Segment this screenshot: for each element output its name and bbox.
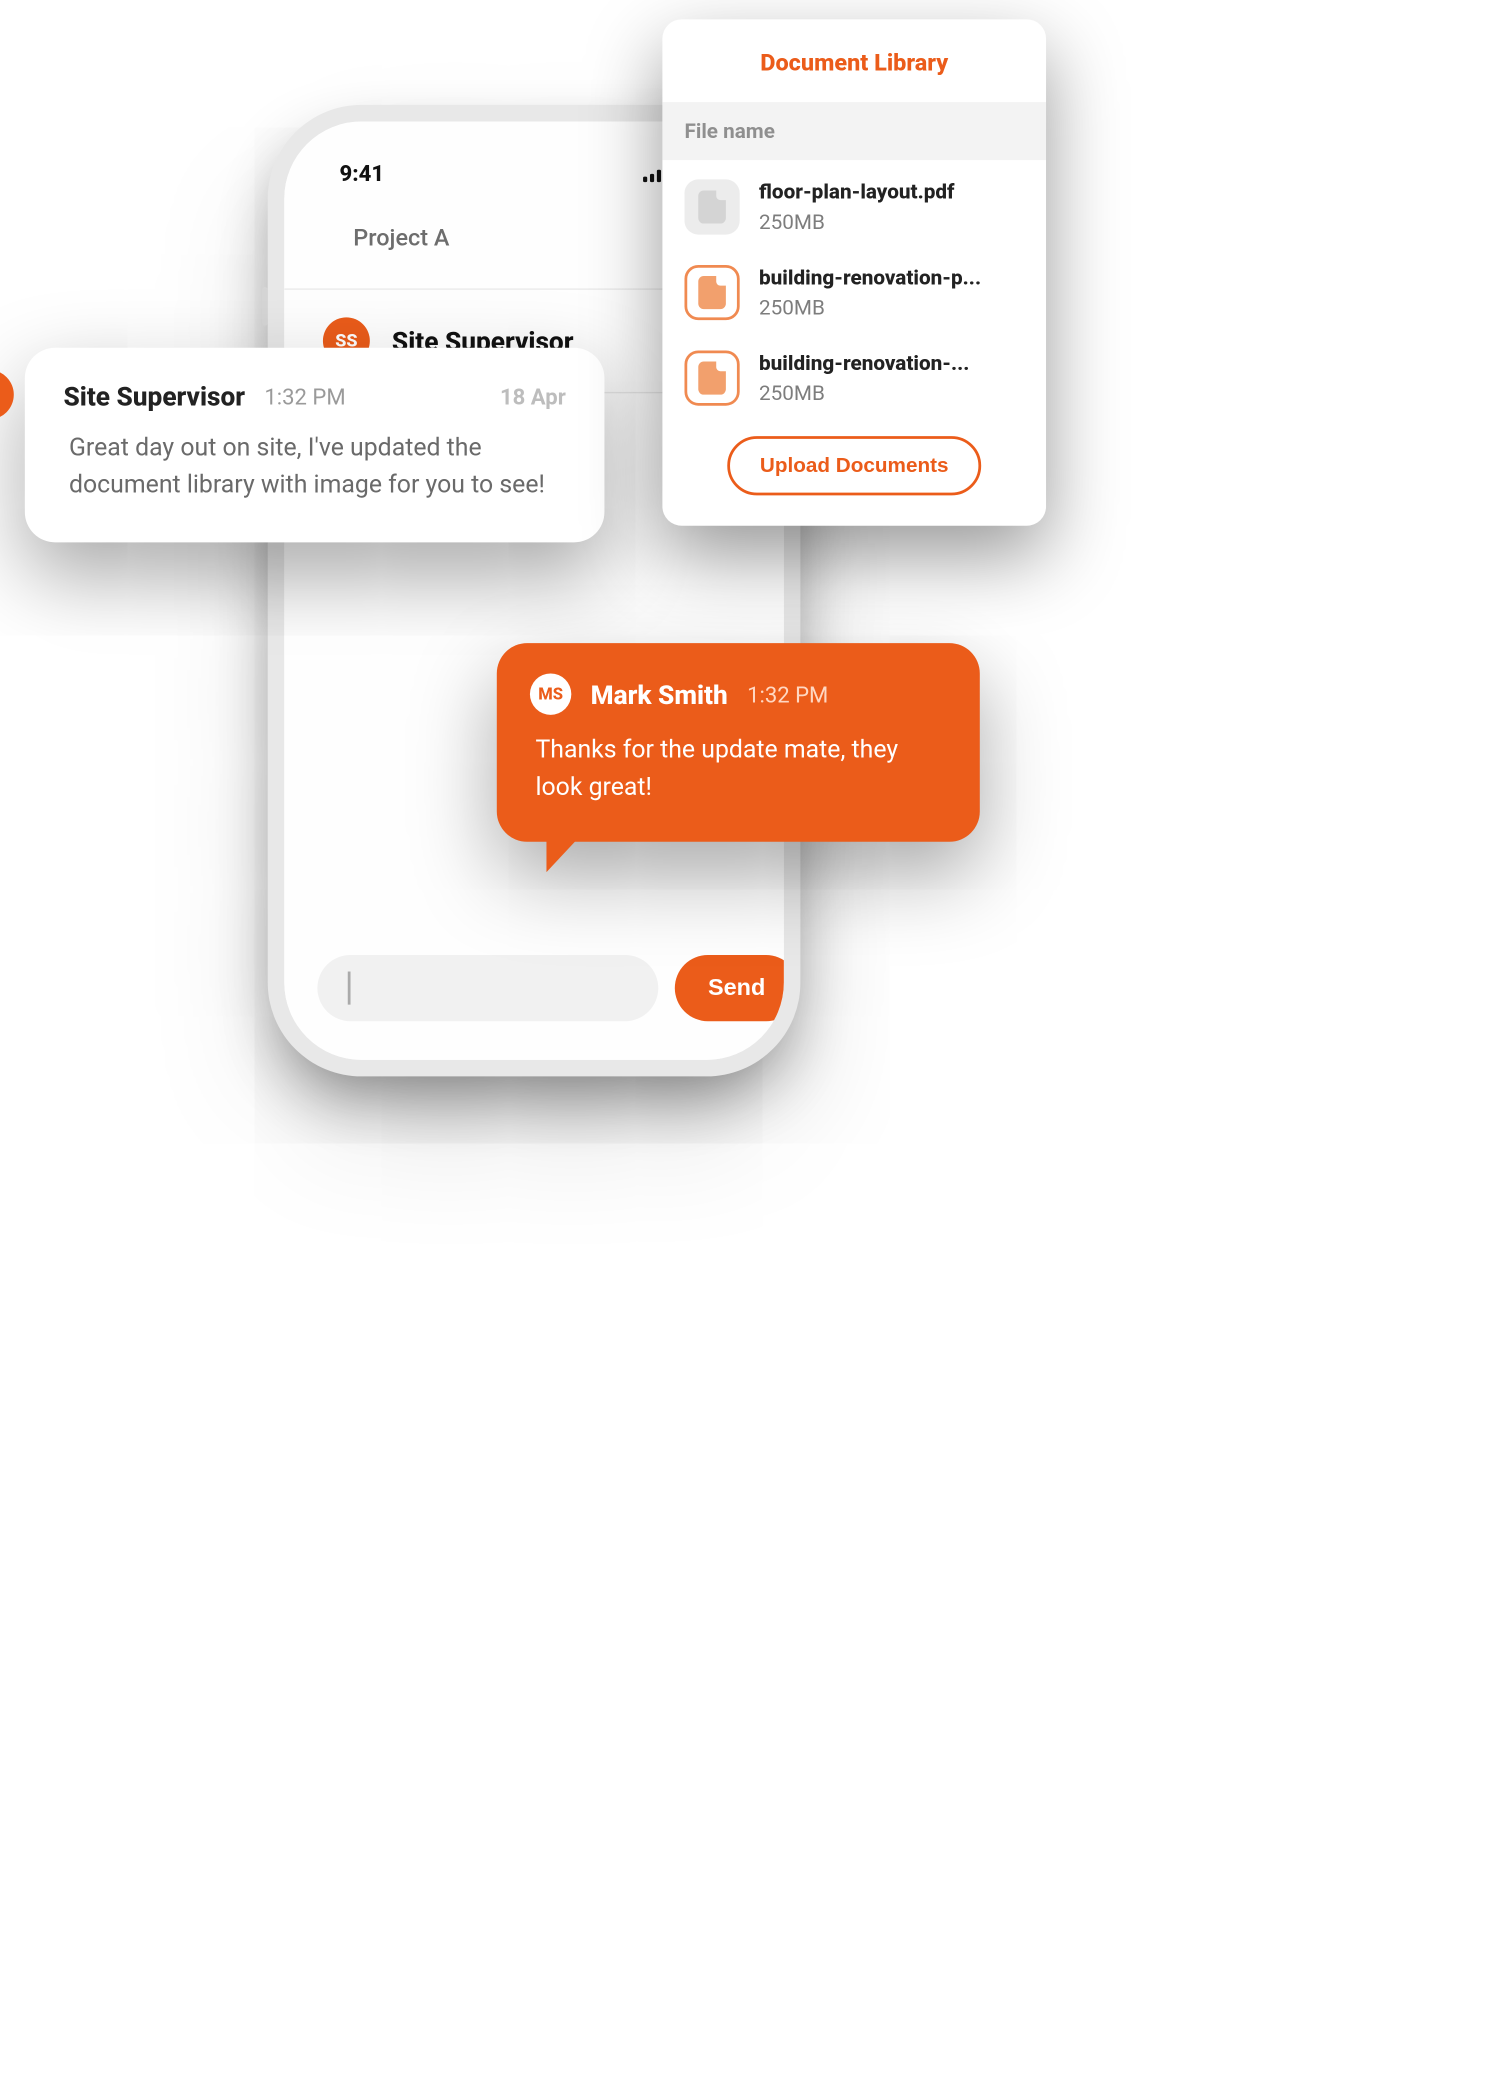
document-name: building-renovation-... — [759, 351, 969, 376]
document-library-panel: Document Library File name floor-plan-la… — [662, 19, 1046, 525]
message-sender: Site Supervisor — [63, 381, 245, 413]
document-size: 250MB — [759, 295, 981, 320]
message-input[interactable] — [317, 955, 658, 1021]
message-body: Thanks for the update mate, they look gr… — [530, 731, 944, 806]
message-avatar: MS — [530, 673, 571, 714]
file-icon — [684, 265, 739, 320]
document-name: building-renovation-p... — [759, 265, 981, 290]
file-icon — [684, 351, 739, 406]
message-date: 18 Apr — [500, 384, 566, 410]
document-name: floor-plan-layout.pdf — [759, 179, 955, 204]
message-body: Great day out on site, I've updated the … — [63, 429, 565, 504]
text-cursor — [348, 972, 351, 1005]
message-sender: Mark Smith — [591, 678, 728, 710]
app-title: Project A — [353, 225, 449, 253]
phone-mute-switch — [262, 287, 268, 326]
document-size: 250MB — [759, 381, 969, 406]
document-row[interactable]: building-renovation-p... 250MB — [662, 246, 1046, 332]
message-avatar: SS — [0, 370, 14, 420]
message-outgoing: MS Mark Smith 1:32 PM Thanks for the upd… — [497, 643, 980, 842]
speech-bubble-tail — [546, 831, 585, 872]
document-library-title: Document Library — [662, 19, 1046, 102]
send-button[interactable]: Send — [675, 955, 784, 1021]
document-size: 250MB — [759, 210, 955, 235]
file-icon — [684, 179, 739, 234]
status-time: 9:41 — [339, 160, 384, 186]
message-incoming: SS Site Supervisor 1:32 PM 18 Apr Great … — [25, 348, 605, 543]
message-composer: Send — [317, 955, 750, 1021]
document-library-column-header: File name — [662, 102, 1046, 160]
document-row[interactable]: building-renovation-... 250MB — [662, 331, 1046, 417]
message-time: 1:32 PM — [264, 384, 345, 410]
document-row[interactable]: floor-plan-layout.pdf 250MB — [662, 160, 1046, 246]
message-time: 1:32 PM — [747, 681, 828, 707]
upload-documents-button[interactable]: Upload Documents — [727, 436, 982, 495]
